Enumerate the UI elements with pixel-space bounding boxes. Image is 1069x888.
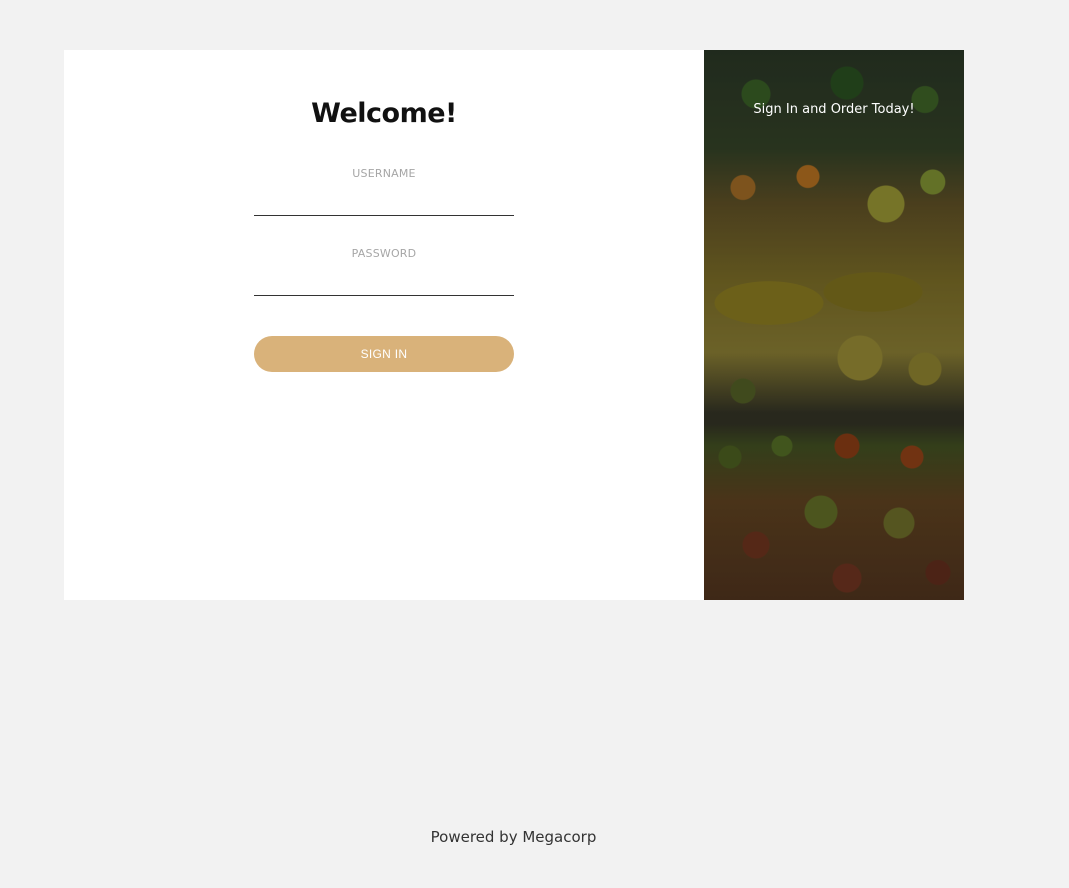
username-label: USERNAME <box>352 167 416 180</box>
login-form-panel: Welcome! USERNAME PASSWORD SIGN IN <box>64 50 704 600</box>
welcome-title: Welcome! <box>311 98 457 129</box>
image-overlay <box>704 50 964 600</box>
promo-text: Sign In and Order Today! <box>753 102 915 117</box>
login-card: Welcome! USERNAME PASSWORD SIGN IN Sign … <box>64 50 964 600</box>
footer-powered-by: Powered by Megacorp <box>430 828 597 846</box>
password-input[interactable] <box>254 273 514 296</box>
username-input[interactable] <box>254 193 514 216</box>
password-label: PASSWORD <box>351 247 417 260</box>
promo-image-panel: Sign In and Order Today! <box>704 50 964 600</box>
sign-in-button[interactable]: SIGN IN <box>254 336 514 372</box>
